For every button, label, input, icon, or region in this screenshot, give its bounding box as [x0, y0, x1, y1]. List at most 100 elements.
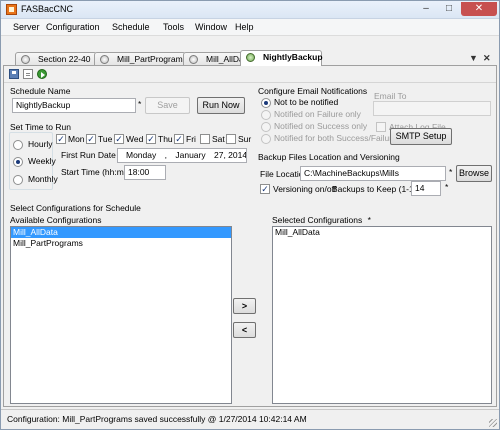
email-to-label: Email To — [374, 91, 407, 101]
backup-location-label: Backup Files Location and Versioning — [258, 152, 400, 162]
required-marker: * — [367, 215, 371, 225]
hourly-radio[interactable] — [13, 140, 23, 150]
tab-list-dropdown[interactable]: ▼ — [469, 53, 478, 63]
tab-label: NightlyBackup — [263, 52, 323, 62]
email-notifications-label: Configure Email Notifications — [258, 86, 368, 96]
day-wed-checkbox[interactable] — [114, 134, 124, 144]
both-radio[interactable] — [261, 134, 271, 144]
both-label: Notified for both Success/Failure — [274, 133, 397, 143]
monthly-radio[interactable] — [13, 175, 23, 185]
maximize-button[interactable]: □ — [438, 2, 460, 16]
menu-tools[interactable]: Tools — [163, 22, 184, 32]
list-item[interactable]: Mill_AllData — [11, 227, 231, 238]
day-tue-label: Tue — [98, 134, 113, 144]
day-thu-label: Thu — [158, 134, 173, 144]
schedule-name-label: Schedule Name — [10, 86, 71, 96]
versioning-label: Versioning on/off — [273, 184, 337, 194]
first-run-day: Monday — [126, 150, 157, 160]
file-location-input[interactable]: C:\MachineBackups\Mills — [300, 166, 446, 181]
day-sat-label: Sat — [212, 134, 225, 144]
day-thu-checkbox[interactable] — [146, 134, 156, 144]
remove-configuration-button[interactable]: < — [233, 322, 256, 338]
add-configuration-button[interactable]: > — [233, 298, 256, 314]
app-logo-icon — [6, 4, 17, 15]
tab-section-22-40[interactable]: Section 22-40 — [15, 52, 97, 66]
monthly-label: Monthly — [28, 174, 58, 184]
menu-help[interactable]: Help — [235, 22, 254, 32]
start-time-input[interactable]: 18:00 — [124, 165, 166, 180]
run-icon[interactable] — [37, 69, 47, 79]
tab-mill-partprograms[interactable]: Mill_PartPrograms — [94, 52, 187, 66]
schedule-icon — [246, 53, 255, 62]
schedule-name-input[interactable]: NightlyBackup — [12, 98, 136, 113]
tab-label: Section 22-40 — [38, 54, 91, 64]
available-configurations-label: Available Configurations — [10, 215, 102, 225]
frequency-group: Hourly Weekly Monthly — [9, 132, 58, 190]
title-bar[interactable]: FASBacCNC – □ ✕ — [1, 1, 499, 19]
success-only-radio[interactable] — [261, 122, 271, 132]
list-item[interactable]: Mill_PartPrograms — [11, 238, 231, 249]
day-mon-label: Mon — [68, 134, 85, 144]
required-marker: * — [449, 167, 453, 177]
selected-configurations-list[interactable]: Mill_AllData — [272, 226, 492, 404]
browse-button[interactable]: Browse — [456, 165, 492, 182]
menu-bar: Server Configuration Schedule Tools Wind… — [1, 19, 499, 36]
first-run-date-label: First Run Date — [61, 150, 116, 160]
day-sat-checkbox[interactable] — [200, 134, 210, 144]
day-tue-checkbox[interactable] — [86, 134, 96, 144]
backups-to-keep-input[interactable]: 14 — [411, 181, 441, 196]
close-window-button[interactable]: ✕ — [461, 2, 497, 16]
day-fri-label: Fri — [186, 134, 196, 144]
required-marker: * — [138, 99, 142, 109]
smtp-setup-button[interactable]: SMTP Setup — [390, 128, 452, 145]
first-run-date: 27, 2014 — [214, 150, 247, 160]
menu-schedule[interactable]: Schedule — [112, 22, 150, 32]
day-mon-checkbox[interactable] — [56, 134, 66, 144]
attach-log-checkbox[interactable] — [376, 122, 386, 132]
first-run-date-picker[interactable]: Monday , January 27, 2014 — [117, 148, 247, 163]
status-bar: Configuration: Mill_PartPrograms saved s… — [1, 409, 499, 429]
minimize-button[interactable]: – — [415, 2, 437, 16]
save-button[interactable]: Save — [145, 97, 190, 114]
hourly-label: Hourly — [28, 139, 53, 149]
not-notified-label: Not to be notified — [274, 97, 339, 107]
required-marker: * — [445, 182, 449, 192]
weekly-radio[interactable] — [13, 157, 23, 167]
available-configurations-list[interactable]: Mill_AllData Mill_PartPrograms — [10, 226, 232, 404]
menu-server[interactable]: Server — [13, 22, 40, 32]
window-title: FASBacCNC — [21, 4, 74, 14]
status-text: Configuration: Mill_PartPrograms saved s… — [7, 414, 307, 424]
run-now-button[interactable]: Run Now — [197, 97, 245, 114]
first-run-month: January — [175, 150, 206, 160]
tab-label: Mill_PartPrograms — [117, 54, 187, 64]
start-time-label: Start Time (hh:mm) — [61, 167, 134, 177]
resize-grip[interactable] — [489, 419, 497, 427]
selected-configurations-label: Selected Configurations * — [272, 215, 371, 225]
document-icon[interactable] — [23, 69, 33, 79]
list-item[interactable]: Mill_AllData — [273, 227, 491, 238]
menu-window[interactable]: Window — [195, 22, 227, 32]
day-wed-label: Wed — [126, 134, 144, 144]
notification-options: Not to be notified Notified on Failure o… — [258, 96, 397, 148]
config-icon — [189, 55, 198, 64]
tab-nightlybackup[interactable]: NightlyBackup — [240, 50, 323, 66]
success-only-label: Notified on Success only — [274, 121, 368, 131]
weekly-label: Weekly — [28, 156, 56, 166]
failure-only-radio[interactable] — [261, 110, 271, 120]
set-time-label: Set Time to Run — [10, 122, 71, 132]
menu-configuration[interactable]: Configuration — [46, 22, 100, 32]
not-notified-radio[interactable] — [261, 98, 271, 108]
save-icon[interactable] — [9, 69, 19, 79]
day-sun-checkbox[interactable] — [226, 134, 236, 144]
config-icon — [21, 55, 30, 64]
select-configurations-label: Select Configurations for Schedule — [10, 203, 141, 213]
selected-configurations-text: Selected Configurations — [272, 215, 363, 225]
versioning-checkbox[interactable] — [260, 184, 270, 194]
day-fri-checkbox[interactable] — [174, 134, 184, 144]
document-tabs: Section 22-40 Mill_PartPrograms Mill_All… — [1, 47, 499, 66]
email-to-input[interactable] — [373, 101, 491, 116]
toolbar-divider — [4, 82, 496, 83]
date-separator: , — [164, 150, 167, 160]
app-window: FASBacCNC – □ ✕ Server Configuration Sch… — [0, 0, 500, 430]
close-tab-button[interactable]: ✕ — [483, 53, 491, 64]
